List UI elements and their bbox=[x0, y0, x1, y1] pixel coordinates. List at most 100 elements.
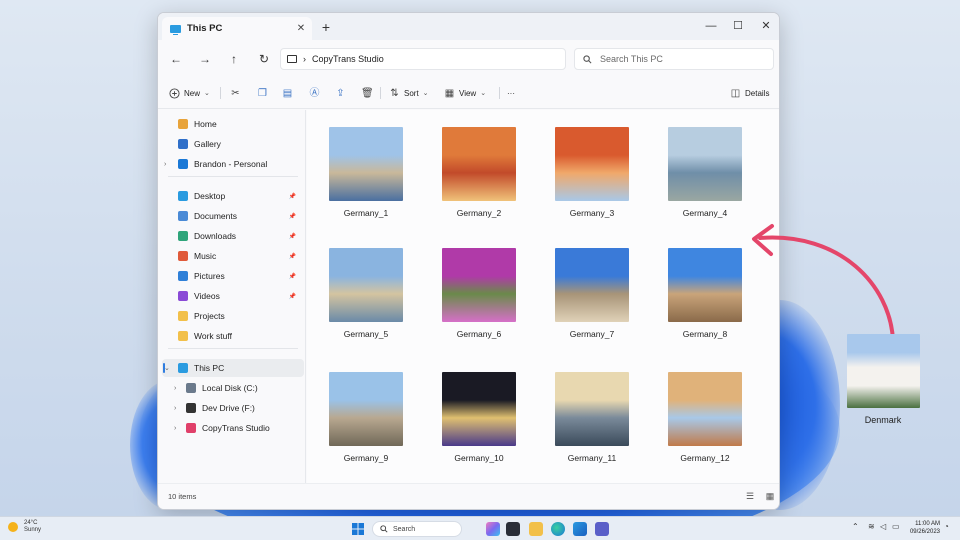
photo-thumbnail[interactable] bbox=[668, 127, 742, 201]
chevron-right-icon[interactable]: › bbox=[174, 425, 176, 432]
sidebar-item-dev-drive-f[interactable]: › Dev Drive (F:) bbox=[158, 399, 306, 417]
file-name-label[interactable]: Germany_10 bbox=[424, 453, 534, 463]
sidebar-item-projects[interactable]: Projects bbox=[158, 307, 306, 325]
new-tab-button[interactable]: + bbox=[318, 19, 334, 35]
sidebar-item-videos[interactable]: Videos 📌 bbox=[158, 287, 306, 305]
breadcrumb-copytrans[interactable]: CopyTrans Studio bbox=[312, 54, 384, 64]
close-button[interactable]: ✕ bbox=[751, 16, 779, 36]
file-name-label[interactable]: Germany_9 bbox=[311, 453, 421, 463]
volume-icon[interactable]: ◁ bbox=[880, 522, 886, 531]
music-icon bbox=[178, 251, 188, 261]
sidebar-item-music[interactable]: Music 📌 bbox=[158, 247, 306, 265]
file-explorer-taskbar-icon[interactable] bbox=[529, 522, 543, 536]
tab-close-icon[interactable]: ✕ bbox=[294, 23, 308, 34]
photo-thumbnail[interactable] bbox=[668, 248, 742, 322]
delete-button[interactable]: 🗑 bbox=[361, 86, 374, 100]
new-button[interactable]: New ⌄ bbox=[169, 86, 210, 100]
details-button[interactable]: ◫ Details bbox=[730, 86, 770, 100]
address-input[interactable]: › CopyTrans Studio bbox=[280, 48, 566, 70]
pin-icon[interactable]: 📌 bbox=[289, 193, 296, 200]
taskbar-search[interactable]: Search bbox=[372, 521, 462, 537]
cut-button[interactable]: ✂ bbox=[230, 86, 241, 100]
copy-icon: ❐ bbox=[258, 87, 267, 99]
sidebar-item-pictures[interactable]: Pictures 📌 bbox=[158, 267, 306, 285]
photo-thumbnail[interactable] bbox=[555, 372, 629, 446]
maximize-button[interactable]: ☐ bbox=[723, 16, 753, 36]
file-name-label[interactable]: Germany_6 bbox=[424, 329, 534, 339]
photo-thumbnail[interactable] bbox=[668, 372, 742, 446]
chevron-right-icon[interactable]: › bbox=[164, 161, 166, 168]
photo-thumbnail[interactable] bbox=[555, 248, 629, 322]
time: 11:00 AM bbox=[915, 521, 940, 527]
sidebar-item-local-disk-c[interactable]: › Local Disk (C:) bbox=[158, 379, 306, 397]
windows-start-icon[interactable] bbox=[351, 522, 365, 536]
rename-button[interactable]: Ⓐ bbox=[309, 86, 320, 100]
minimize-button[interactable]: — bbox=[696, 16, 726, 36]
sort-label: Sort bbox=[404, 88, 419, 98]
sidebar-item-downloads[interactable]: Downloads 📌 bbox=[158, 227, 306, 245]
sort-button[interactable]: ⇅ Sort ⌄ bbox=[389, 86, 428, 100]
pin-icon[interactable]: 📌 bbox=[289, 253, 296, 260]
sidebar-item-gallery[interactable]: Gallery bbox=[158, 135, 306, 153]
documents-icon bbox=[178, 211, 188, 221]
downloads-icon bbox=[178, 231, 188, 241]
sidebar-item-desktop[interactable]: Desktop 📌 bbox=[158, 187, 306, 205]
task-view-icon[interactable] bbox=[506, 522, 520, 536]
sidebar-item-documents[interactable]: Documents 📌 bbox=[158, 207, 306, 225]
pin-icon[interactable]: 📌 bbox=[289, 273, 296, 280]
notification-bell-icon[interactable]: ◔ bbox=[944, 522, 949, 531]
sidebar-item-label: Brandon - Personal bbox=[194, 159, 268, 169]
photo-thumbnail[interactable] bbox=[329, 127, 403, 201]
tab-this-pc[interactable]: This PC ✕ bbox=[162, 17, 312, 40]
photo-thumbnail[interactable] bbox=[329, 372, 403, 446]
sidebar-item-brandon-personal[interactable]: › Brandon - Personal bbox=[158, 155, 306, 173]
file-name-label[interactable]: Germany_5 bbox=[311, 329, 421, 339]
refresh-icon[interactable]: ↻ bbox=[254, 49, 274, 69]
photo-thumbnail[interactable] bbox=[442, 372, 516, 446]
tray-chevron-icon[interactable]: ⌃ bbox=[852, 522, 859, 531]
sidebar-item-copytrans-studio[interactable]: › CopyTrans Studio bbox=[158, 419, 306, 437]
file-name-label[interactable]: Germany_7 bbox=[537, 329, 647, 339]
pin-icon[interactable]: 📌 bbox=[289, 213, 296, 220]
tiles-view-icon[interactable]: ▦ bbox=[765, 491, 775, 501]
copilot-icon[interactable] bbox=[486, 522, 500, 536]
photo-thumbnail[interactable] bbox=[555, 127, 629, 201]
photo-thumbnail[interactable] bbox=[442, 127, 516, 201]
up-arrow-icon[interactable]: ↑ bbox=[224, 49, 244, 69]
photo-thumbnail[interactable] bbox=[329, 248, 403, 322]
photo-thumbnail[interactable] bbox=[442, 248, 516, 322]
chevron-down-icon[interactable]: ⌄ bbox=[164, 364, 170, 372]
file-name-label[interactable]: Germany_3 bbox=[537, 208, 647, 218]
sidebar-item-this-pc[interactable]: ⌄ This PC bbox=[162, 359, 304, 377]
store-icon[interactable] bbox=[573, 522, 587, 536]
back-arrow-icon[interactable]: ← bbox=[166, 49, 186, 69]
copy-button[interactable]: ❐ bbox=[257, 86, 268, 100]
forward-arrow-icon[interactable]: → bbox=[195, 49, 215, 69]
wifi-icon[interactable]: ≋ bbox=[868, 522, 875, 531]
view-button[interactable]: ▦ View ⌄ bbox=[444, 86, 486, 100]
file-name-label[interactable]: Germany_11 bbox=[537, 453, 647, 463]
share-button[interactable]: ⇪ bbox=[335, 86, 346, 100]
chevron-right-icon[interactable]: › bbox=[174, 405, 176, 412]
pin-icon[interactable]: 📌 bbox=[289, 233, 296, 240]
teams-icon[interactable] bbox=[595, 522, 609, 536]
details-view-icon[interactable]: ☰ bbox=[745, 491, 755, 501]
search-icon bbox=[583, 54, 592, 63]
chevron-right-icon[interactable]: › bbox=[174, 385, 176, 392]
edge-icon[interactable] bbox=[551, 522, 565, 536]
file-name-label[interactable]: Germany_8 bbox=[650, 329, 760, 339]
weather-widget[interactable]: 24°C Sunny bbox=[8, 520, 41, 534]
sidebar-item-work-stuff[interactable]: Work stuff bbox=[158, 327, 306, 345]
more-options-button[interactable]: ··· bbox=[507, 86, 515, 100]
battery-icon[interactable]: ▭ bbox=[892, 522, 900, 531]
file-name-label[interactable]: Germany_4 bbox=[650, 208, 760, 218]
sidebar-item-home[interactable]: Home bbox=[158, 115, 306, 133]
paste-button[interactable]: ▤ bbox=[282, 86, 293, 100]
file-name-label[interactable]: Germany_2 bbox=[424, 208, 534, 218]
pin-icon[interactable]: 📌 bbox=[289, 293, 296, 300]
file-name-label[interactable]: Germany_12 bbox=[650, 453, 760, 463]
clock[interactable]: 11:00 AM 09/26/2023 bbox=[906, 520, 940, 536]
file-name-label[interactable]: Germany_1 bbox=[311, 208, 421, 218]
search-input[interactable]: Search This PC bbox=[574, 48, 774, 70]
denmark-thumbnail[interactable] bbox=[847, 334, 920, 408]
